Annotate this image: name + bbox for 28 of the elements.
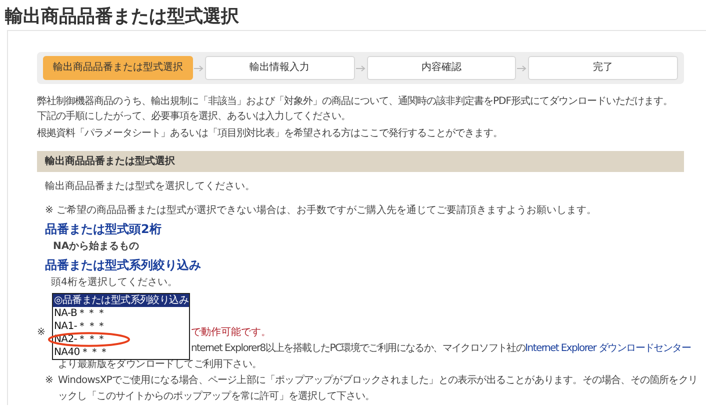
list-option[interactable]: NA40＊＊＊ — [53, 346, 189, 359]
download-center-link[interactable]: Internet Explorer ダウンロードセンター — [525, 343, 690, 354]
note-text: ※ ご希望の商品品番または型式が選択できない場合は、お手数ですがご購入先を通じてご要請頂きますようお願いします。 — [45, 204, 598, 218]
list-option[interactable]: ◎品番または型式系列絞り込み — [53, 294, 189, 307]
instruction-text: 輸出商品品番または型式を選択してください。 — [45, 180, 256, 194]
arrow-icon — [356, 64, 366, 72]
note-mark: ※ — [37, 326, 46, 340]
step: 内容確認 — [366, 56, 516, 80]
step: 完了 — [528, 56, 678, 80]
list-option[interactable]: NA-B＊＊＊ — [53, 307, 189, 320]
page-title: 輸出商品品番または型式選択 — [4, 5, 240, 29]
arrow-icon — [517, 64, 528, 72]
note-text: で動作可能です。 — [191, 326, 271, 340]
hint-text: 頭4桁を選択してください。 — [51, 276, 178, 290]
arrow-icon — [194, 64, 204, 72]
section-header: 輸出商品品番または型式選択 — [37, 151, 684, 172]
list-option[interactable]: NA1-＊＊＊ — [53, 320, 189, 333]
intro-text: 弊社制御機器商品のうち、輸出規制に「非該当」および「対象外」の商品について、通関時の該非判定書をPDF形式にてダウンロードいただけます。 — [37, 94, 674, 109]
note-text: nternet Explorer8以上を搭載したPC環境でご利用になるか、マイクロソフト社のInternet Explorer ダウンロードセンター — [191, 342, 690, 356]
section-heading: 品番または型式系列絞り込み — [45, 257, 202, 273]
step: 輸出商品品番または型式選択 — [43, 56, 193, 80]
section-heading: 品番または型式頭2桁 — [45, 221, 162, 237]
intro-text: 下記の手順にしたがって、必要事項を選択、あるいは入力してください。 — [37, 110, 352, 124]
intro-text: 根拠資料「パラメータシート」あるいは「項目別対比表」を希望される方はここで発行することができます。 — [37, 126, 504, 141]
step: 輸出情報入力 — [204, 56, 354, 80]
note-text: WindowsXPでご使用になる場合、ページ上部に「ポップアップがブロックされました」との表示が出ることがあります。その場合、その箇所をクリックし「このサイトからのポップアップを常に許可」を選択して下さい。 — [58, 374, 699, 404]
prefix-value: NAから始まるもの — [53, 240, 140, 254]
note-mark: ※ — [45, 374, 54, 388]
